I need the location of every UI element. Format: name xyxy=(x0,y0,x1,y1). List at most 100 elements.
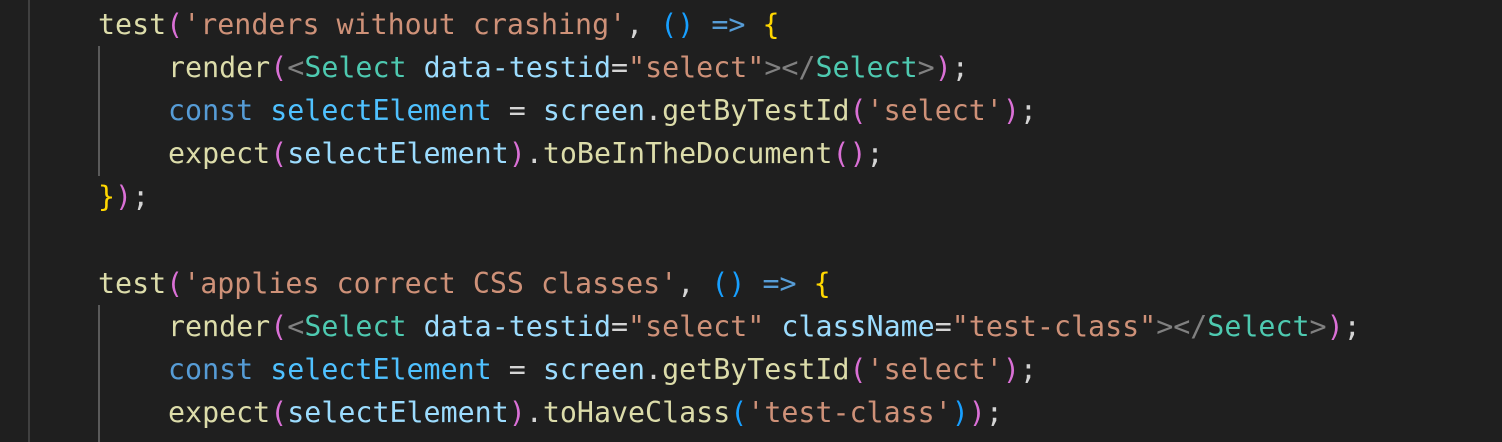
code-line-8[interactable]: render(<Select data-testid="select" clas… xyxy=(168,305,1361,348)
code-token: 'renders without crashing' xyxy=(183,8,627,41)
code-token: ; xyxy=(985,396,1003,429)
code-token: test xyxy=(98,267,167,300)
code-token: . xyxy=(525,396,543,429)
code-token: = xyxy=(491,94,543,127)
code-token: Select xyxy=(815,51,918,84)
code-token: ) xyxy=(968,396,986,429)
code-token: 'select' xyxy=(866,94,1003,127)
indent-guide-block-1 xyxy=(98,46,100,176)
code-token: ; xyxy=(866,137,884,170)
code-token: { xyxy=(762,8,780,41)
code-token: . xyxy=(525,137,543,170)
code-token: ( xyxy=(270,310,288,343)
code-token: ; xyxy=(1343,310,1361,343)
code-token: ) xyxy=(508,137,526,170)
code-token: "test-class" xyxy=(951,310,1157,343)
code-token: ></ xyxy=(1156,310,1208,343)
code-token: . xyxy=(645,353,663,386)
code-token: ) xyxy=(951,396,969,429)
code-token: () xyxy=(660,8,695,41)
code-token: = xyxy=(610,51,629,84)
code-token: const xyxy=(168,353,254,386)
code-token: = xyxy=(491,353,543,386)
code-token: selectElement xyxy=(287,396,509,429)
code-token: ( xyxy=(270,51,288,84)
code-token: ( xyxy=(270,137,288,170)
code-token: selectElement xyxy=(270,353,492,386)
code-editor[interactable]: test('renders without crashing', () => {… xyxy=(0,0,1502,442)
code-token: getByTestId xyxy=(662,353,850,386)
code-token: < xyxy=(287,51,305,84)
indent-guide-outer xyxy=(28,0,30,442)
code-token: ( xyxy=(270,396,288,429)
code-token: = xyxy=(610,310,629,343)
code-token: screen xyxy=(542,353,646,386)
code-line-1[interactable]: test('renders without crashing', () => { xyxy=(98,3,780,46)
code-line-5[interactable]: }); xyxy=(98,175,149,218)
code-token: selectElement xyxy=(270,94,492,127)
code-token: } xyxy=(98,180,116,213)
code-token: () xyxy=(711,267,746,300)
code-token: expect xyxy=(168,396,271,429)
code-token: ) xyxy=(934,51,952,84)
code-token: 'test-class' xyxy=(747,396,952,429)
code-token: > xyxy=(1309,310,1327,343)
code-line-10[interactable]: expect(selectElement).toHaveClass('test-… xyxy=(168,391,1003,434)
code-token: , xyxy=(677,267,712,300)
code-token: className xyxy=(781,310,935,343)
code-token: ( xyxy=(849,94,867,127)
code-line-9[interactable]: const selectElement = screen.getByTestId… xyxy=(168,348,1037,391)
code-token: data-testid xyxy=(423,310,611,343)
code-token: render xyxy=(168,310,271,343)
code-line-2[interactable]: render(<Select data-testid="select"></Se… xyxy=(168,46,969,89)
code-token: data-testid xyxy=(423,51,611,84)
code-token: test xyxy=(98,8,167,41)
code-token: "select" xyxy=(628,51,765,84)
code-token: , xyxy=(626,8,661,41)
code-token: toHaveClass xyxy=(542,396,731,429)
code-token: Select xyxy=(1207,310,1310,343)
code-token: render xyxy=(168,51,271,84)
code-token: ></ xyxy=(764,51,816,84)
code-line-4[interactable]: expect(selectElement).toBeInTheDocument(… xyxy=(168,132,884,175)
code-token: 'applies correct CSS classes' xyxy=(183,267,678,300)
code-token: ( xyxy=(166,8,184,41)
code-token: . xyxy=(645,94,663,127)
code-token: selectElement xyxy=(287,137,509,170)
code-token: 'select' xyxy=(866,353,1003,386)
code-token: ( xyxy=(849,353,867,386)
code-token: ) xyxy=(1002,353,1020,386)
code-token: toBeInTheDocument xyxy=(542,137,833,170)
code-token: Select xyxy=(304,310,407,343)
code-token: Select xyxy=(304,51,407,84)
code-token: ) xyxy=(115,180,133,213)
code-token: => xyxy=(762,267,797,300)
code-token: ; xyxy=(132,180,150,213)
indent-guide-block-2 xyxy=(98,305,100,442)
code-token: ( xyxy=(730,396,748,429)
code-token: "select" xyxy=(628,310,765,343)
code-token: < xyxy=(287,310,305,343)
code-token: expect xyxy=(168,137,271,170)
code-token: => xyxy=(711,8,746,41)
code-line-7[interactable]: test('applies correct CSS classes', () =… xyxy=(98,262,831,305)
code-token: ( xyxy=(166,267,184,300)
code-token: = xyxy=(934,310,952,343)
code-token: ) xyxy=(508,396,526,429)
code-line-3[interactable]: const selectElement = screen.getByTestId… xyxy=(168,89,1037,132)
code-token: { xyxy=(813,267,831,300)
code-token: > xyxy=(917,51,935,84)
code-token: getByTestId xyxy=(662,94,850,127)
code-token: ) xyxy=(1002,94,1020,127)
code-token: ; xyxy=(1019,94,1037,127)
code-token: ; xyxy=(1019,353,1037,386)
code-token: ; xyxy=(951,51,969,84)
code-token: () xyxy=(832,137,867,170)
